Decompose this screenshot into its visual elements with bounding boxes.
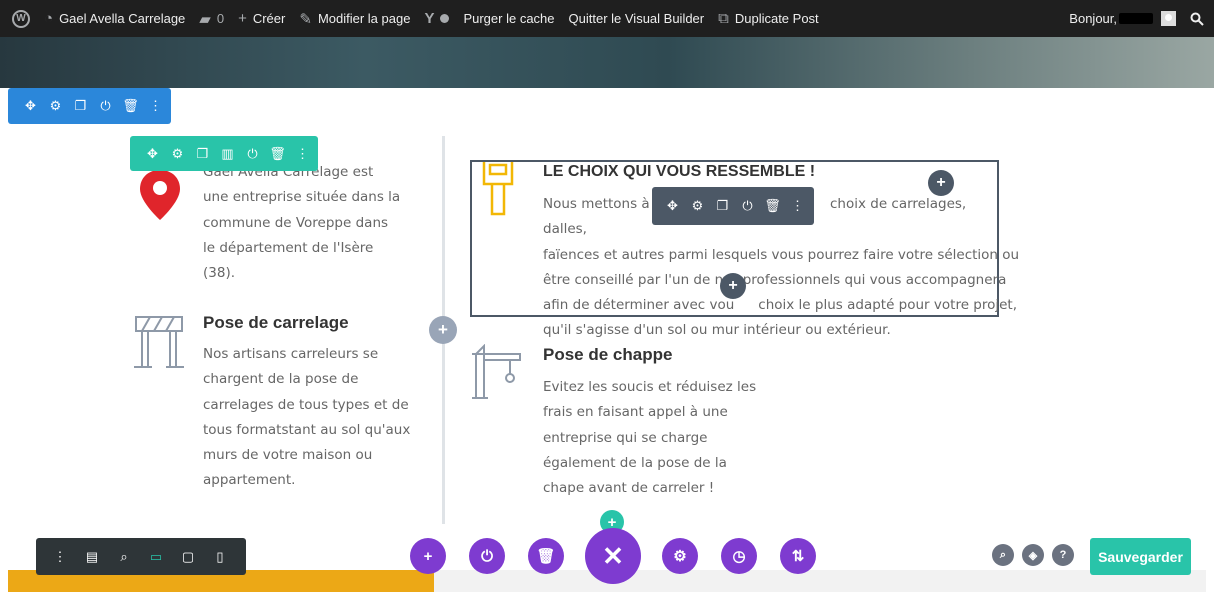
duplicate-icon[interactable]: ❐: [68, 88, 93, 124]
wp-logo-menu[interactable]: W: [0, 0, 38, 37]
layers-icon[interactable]: ◈: [1022, 544, 1044, 566]
desktop-icon[interactable]: ▭: [140, 538, 172, 575]
add-module-button-inline[interactable]: +: [720, 273, 746, 299]
section-toolbar: ✥ ⚙ ❐ ⏻ 🗑︎ ⋮: [8, 88, 171, 124]
phone-icon[interactable]: ▯: [204, 538, 236, 575]
power-icon[interactable]: ⏻: [240, 136, 265, 171]
power-icon[interactable]: ⏻: [469, 538, 505, 574]
map-pin-icon: [140, 170, 180, 220]
site-name-menu[interactable]: ◔ Gael Avella Carrelage: [38, 0, 193, 37]
edit-page-label: Modifier la page: [317, 11, 411, 26]
blurb-pose-carrelage-text: Nos artisans carreleurs se chargent de l…: [203, 346, 411, 489]
redacted-username: [1119, 13, 1153, 24]
more-icon[interactable]: ⋮: [44, 538, 76, 575]
blurb-title-pose-chappe: Pose de chappe: [543, 345, 673, 364]
purge-cache-menu[interactable]: Purger le cache: [457, 0, 562, 37]
settings-icon[interactable]: ⚙: [662, 538, 698, 574]
blurb-title-pose-carrelage: Pose de carrelage: [203, 313, 349, 332]
quit-builder-menu[interactable]: Quitter le Visual Builder: [563, 0, 713, 37]
more-icon[interactable]: ⋮: [290, 136, 315, 171]
delete-icon[interactable]: 🗑︎: [528, 538, 564, 574]
comments-menu[interactable]: ▰ 0: [193, 0, 232, 37]
status-dot-icon: [440, 14, 450, 23]
power-icon[interactable]: ⏻: [93, 88, 118, 124]
greeting: Bonjour,: [1069, 11, 1117, 26]
help-icon[interactable]: ?: [1052, 544, 1074, 566]
dashboard-icon: ◔: [44, 10, 54, 27]
zoom-icon[interactable]: ⌕: [108, 538, 140, 575]
settings-icon[interactable]: ⚙: [43, 88, 68, 124]
history-icon[interactable]: ◷: [721, 538, 757, 574]
comment-icon: ▰: [199, 10, 211, 28]
add-column-module-button[interactable]: +: [429, 316, 457, 344]
tablet-icon[interactable]: ▢: [172, 538, 204, 575]
move-icon[interactable]: ✥: [660, 187, 685, 225]
blurb-pose-chappe-text: Evitez les soucis et réduisez les frais …: [543, 379, 757, 497]
create-menu[interactable]: + Créer: [232, 0, 293, 37]
settings-icon[interactable]: ⚙: [165, 136, 190, 171]
paint-brush-icon: [482, 162, 514, 216]
barrier-icon: [134, 316, 184, 368]
yoast-menu[interactable]: Y: [418, 0, 457, 37]
quit-builder-label: Quitter le Visual Builder: [568, 11, 705, 26]
blurb-title-choix: LE CHOIX QUI VOUS RESSEMBLE !: [543, 163, 816, 180]
delete-icon[interactable]: 🗑︎: [265, 136, 290, 171]
edit-page-menu[interactable]: ✎ Modifier la page: [293, 0, 418, 37]
plus-icon: +: [238, 10, 247, 27]
pencil-icon: ✎: [299, 10, 312, 28]
duplicate-post-icon: ⧉: [718, 10, 729, 27]
crane-icon: [472, 344, 521, 399]
view-mode-bar: ⋮ ▤ ⌕ ▭ ▢ ▯: [36, 538, 246, 575]
move-icon[interactable]: ✥: [140, 136, 165, 171]
columns-icon[interactable]: ▥: [215, 136, 240, 171]
yoast-icon: Y: [424, 10, 435, 27]
wp-admin-bar: W ◔ Gael Avella Carrelage ▰ 0 + Créer ✎ …: [0, 0, 1214, 37]
create-label: Créer: [252, 11, 286, 26]
avatar: [1161, 11, 1176, 26]
duplicate-icon[interactable]: ❐: [190, 136, 215, 171]
row-toolbar: ✥ ⚙ ❐ ▥ ⏻ 🗑︎ ⋮: [130, 136, 318, 171]
move-icon[interactable]: ✥: [18, 88, 43, 124]
duplicate-icon[interactable]: ❐: [710, 187, 735, 225]
search-icon[interactable]: ⌕: [992, 544, 1014, 566]
duplicate-post-label: Duplicate Post: [734, 11, 819, 26]
more-icon[interactable]: ⋮: [785, 187, 810, 225]
power-icon[interactable]: ⏻: [735, 187, 760, 225]
comments-count: 0: [216, 11, 225, 26]
portability-icon[interactable]: ⇅: [780, 538, 816, 574]
delete-icon[interactable]: 🗑︎: [118, 88, 143, 124]
admin-search[interactable]: [1184, 0, 1214, 37]
settings-icon[interactable]: ⚙: [685, 187, 710, 225]
hero-image: [0, 37, 1214, 88]
save-button[interactable]: Sauvegarder: [1090, 538, 1191, 575]
account-menu[interactable]: Bonjour,: [1063, 0, 1184, 37]
module-toolbar: ✥ ⚙ ❐ ⏻ 🗑︎ ⋮: [652, 187, 814, 225]
blurb-location-text: Gael Avella Carrelage est une entreprise…: [203, 164, 401, 282]
close-icon[interactable]: ✕: [585, 528, 641, 584]
add-icon[interactable]: +: [410, 538, 446, 574]
delete-icon[interactable]: 🗑︎: [760, 187, 785, 225]
duplicate-post-menu[interactable]: ⧉ Duplicate Post: [712, 0, 827, 37]
site-name: Gael Avella Carrelage: [59, 11, 186, 26]
more-icon[interactable]: ⋮: [143, 88, 168, 124]
search-icon: [1190, 12, 1204, 26]
wordpress-icon: W: [12, 9, 30, 28]
add-module-button[interactable]: +: [928, 170, 954, 196]
wireframe-icon[interactable]: ▤: [76, 538, 108, 575]
purge-cache-label: Purger le cache: [463, 11, 555, 26]
